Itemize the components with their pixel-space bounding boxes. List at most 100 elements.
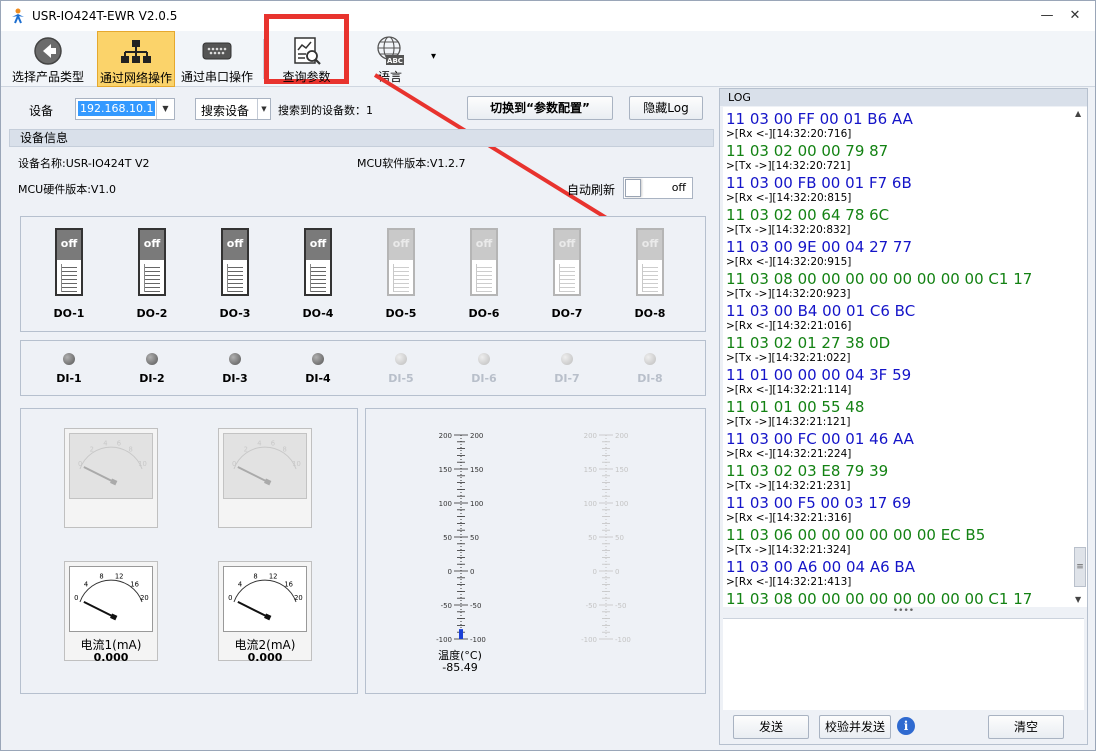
do-6-switch: off [470, 228, 498, 296]
temperature-tick-label: 200 [470, 432, 483, 440]
di-4-indicator [312, 353, 324, 365]
gauge-tick-label: 20 [140, 594, 149, 602]
di-5-label: DI-5 [388, 372, 414, 385]
info-icon[interactable]: i [897, 717, 915, 735]
log-scrollbar[interactable]: ▲ ≡ ▼ [1073, 107, 1087, 607]
scroll-thumb[interactable]: ≡ [1074, 547, 1086, 587]
di-3-indicator [229, 353, 241, 365]
device-ip-combo[interactable]: 192.168.10.1 ▼ [75, 98, 175, 120]
log-frame: 11 01 01 00 55 48 [726, 398, 865, 416]
switch-grip [476, 264, 492, 292]
app-window: USR-IO424T-EWR V2.0.5 — ✕ 选择产品类型 通过网络操作 [0, 0, 1096, 751]
mcu-hardware-version: MCU硬件版本:V1.0 [18, 183, 116, 196]
current-1-meter: 0 4 8 12 16 20 电流1(mA) 0.000 [64, 561, 158, 664]
toolbar-label: 选择产品类型 [11, 70, 84, 84]
gauge-tick-label: 2 [90, 445, 94, 453]
log-frame: 11 03 00 F5 00 03 17 69 [726, 494, 912, 512]
log-timestamp: >[Rx <-][14:32:21:224] [726, 448, 852, 460]
log-frame: 11 03 02 00 64 78 6C [726, 206, 890, 224]
di-6-indicator [478, 353, 490, 365]
clear-button[interactable]: 清空 [988, 715, 1064, 739]
do-2-switch[interactable]: off [138, 228, 166, 296]
chevron-down-icon[interactable]: ▼ [257, 99, 270, 119]
switch-grip [310, 264, 326, 292]
send-input[interactable] [723, 618, 1084, 710]
analog-meters-group: 0 2 4 6 8 10 0 2 4 6 8 10 0 4 8 12 16 20… [20, 408, 358, 694]
switch-state: off [638, 230, 662, 260]
log-timestamp: >[Rx <-][14:32:21:016] [726, 320, 852, 332]
auto-refresh-toggle[interactable]: off [623, 177, 693, 199]
di-6-label: DI-6 [471, 372, 497, 385]
send-button[interactable]: 发送 [733, 715, 809, 739]
minimize-button[interactable]: — [1037, 7, 1057, 25]
temperature-tick-label: 50 [470, 534, 479, 542]
log-timestamp: >[Rx <-][14:32:21:316] [726, 512, 852, 524]
language-button[interactable]: ABC 语言 [359, 31, 421, 87]
di-1-indicator [63, 353, 75, 365]
temperature-tick-label: -50 [470, 602, 481, 610]
switch-grip [227, 264, 243, 292]
switch-state: off [223, 230, 247, 260]
chevron-down-icon[interactable]: ▼ [156, 99, 174, 119]
log-frame: 11 03 02 00 00 79 87 [726, 142, 889, 160]
temperature-gauge: 200 200 150 150 100 100 50 50 0 0 -50 -50 -100 -100 [436, 432, 486, 644]
gauge-tick-label: 0 [228, 594, 232, 602]
app-logo-icon [12, 8, 24, 24]
log-timestamp: >[Tx ->][14:32:21:324] [726, 544, 851, 556]
network-operation-button[interactable]: 通过网络操作 [97, 31, 175, 87]
di-7-indicator [561, 353, 573, 365]
auto-refresh-label: 自动刷新 [567, 183, 616, 197]
temperature-tick-label: -100 [581, 636, 597, 644]
log-frame: 11 03 08 00 00 00 00 00 00 00 00 C1 17 [726, 270, 1033, 288]
gauge-tick-label: 16 [130, 580, 139, 588]
do-3-switch[interactable]: off [221, 228, 249, 296]
do-6-label: DO-6 [468, 307, 500, 320]
device-name: 设备名称:USR-IO424T V2 [18, 157, 150, 170]
toolbar-label: 通过串口操作 [180, 70, 253, 84]
switch-state: off [140, 230, 164, 260]
serial-operation-button[interactable]: 通过串口操作 [178, 31, 256, 87]
log-timestamp: >[Tx ->][14:32:20:721] [726, 160, 851, 172]
temperature-scale: 200 200 150 150 100 100 50 50 0 0 -50 -50 -100 -100 [581, 432, 631, 644]
do-5-label: DO-5 [385, 307, 417, 320]
close-button[interactable]: ✕ [1065, 7, 1085, 25]
scroll-up-icon[interactable]: ▲ [1075, 109, 1081, 118]
do-1-switch[interactable]: off [55, 228, 83, 296]
gauge-tick-label: 0 [78, 460, 82, 468]
language-dropdown-arrow[interactable]: ▾ [431, 51, 436, 62]
di-1-label: DI-1 [56, 372, 82, 385]
gauge-tick-label: 8 [128, 445, 132, 453]
title-bar: USR-IO424T-EWR V2.0.5 — ✕ [1, 1, 1095, 31]
temperature-tick-label: 0 [470, 568, 474, 576]
switch-state: off [555, 230, 579, 260]
log-timestamp: >[Rx <-][14:32:21:413] [726, 576, 852, 588]
di-5-indicator [395, 353, 407, 365]
toggle-knob [625, 179, 641, 197]
do-8-switch: off [636, 228, 664, 296]
do-5-switch: off [387, 228, 415, 296]
log-timestamp: >[Tx ->][14:32:21:022] [726, 352, 851, 364]
device-label: 设备 [29, 104, 54, 118]
switch-state: off [472, 230, 496, 260]
temperature-tick-label: 50 [588, 534, 597, 542]
meter-value: 0.000 [247, 651, 283, 664]
gauge-tick-label: 8 [99, 573, 103, 581]
select-product-type-button[interactable]: 选择产品类型 [9, 31, 87, 87]
di-7-label: DI-7 [554, 372, 580, 385]
query-parameters-button[interactable]: 查询参数 [264, 14, 349, 84]
do-7-switch: off [553, 228, 581, 296]
log-output[interactable]: 11 03 00 FF 00 01 B6 AA >[Rx <-][14:32:20… [723, 107, 1073, 607]
search-device-label: 搜索设备 [201, 104, 250, 118]
checksum-send-button[interactable]: 校验并发送 [819, 715, 891, 739]
hide-log-button[interactable]: 隐藏Log [629, 96, 703, 120]
search-device-combo[interactable]: 搜索设备 ▼ [195, 98, 271, 120]
current-2-meter: 0 4 8 12 16 20 电流2(mA) 0.000 [218, 561, 312, 664]
switch-to-config-button[interactable]: 切换到“参数配置” [467, 96, 613, 120]
temperature-tick-label: 0 [615, 568, 619, 576]
log-frame: 11 03 00 A6 00 04 A6 BA [726, 558, 915, 576]
do-4-switch[interactable]: off [304, 228, 332, 296]
log-splitter[interactable]: •••• [723, 607, 1084, 618]
gauge-dial: 0 4 8 12 16 20 [223, 566, 307, 632]
scroll-down-icon[interactable]: ▼ [1075, 595, 1081, 604]
temperature-tick-label: 150 [584, 466, 597, 474]
